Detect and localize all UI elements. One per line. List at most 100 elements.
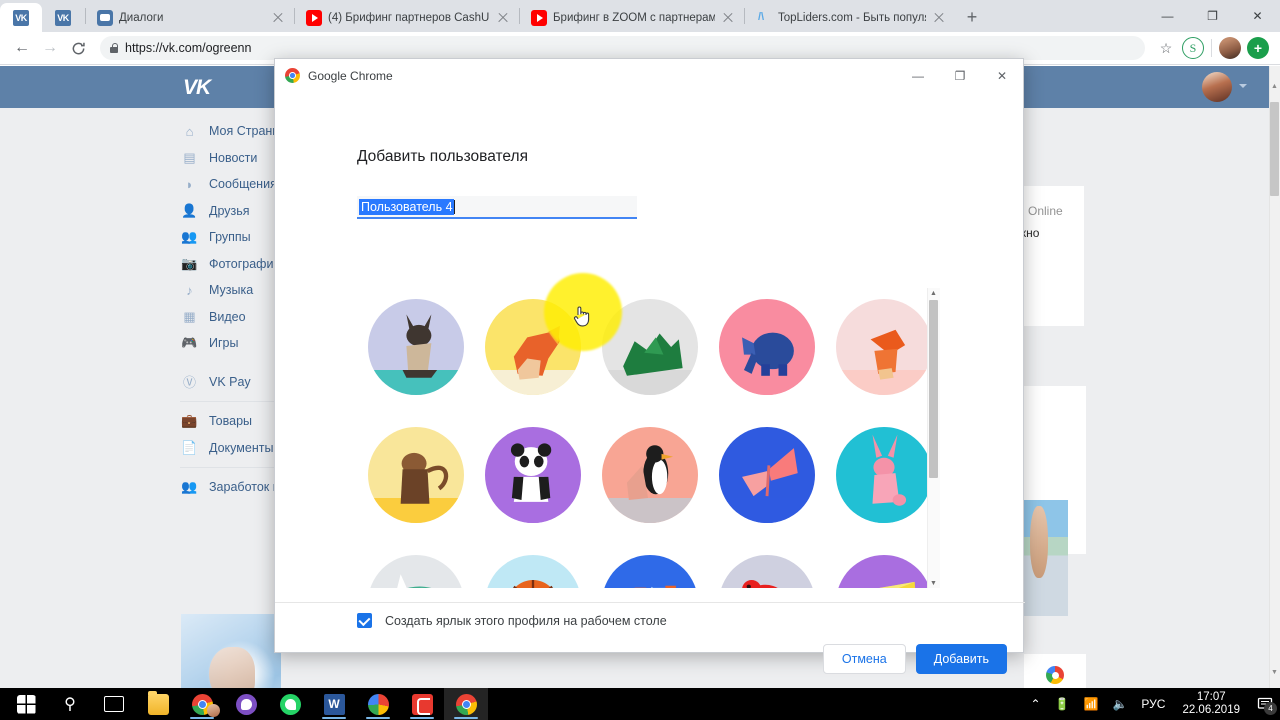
bookmark-star-icon[interactable]: ☆ <box>1153 40 1179 57</box>
close-icon[interactable] <box>496 11 510 25</box>
bird-avatar[interactable] <box>719 555 816 588</box>
tab-briefing-zoom[interactable]: Брифинг в ZOOM с партнерами <box>521 3 743 32</box>
cheese-avatar[interactable] <box>836 555 933 588</box>
clock[interactable]: 17:07 22.06.2019 <box>1172 688 1250 720</box>
search-button[interactable]: ⚲ <box>48 688 92 720</box>
sidebar-item-music[interactable]: ♪ Музыка <box>178 277 288 304</box>
start-button[interactable] <box>4 688 48 720</box>
scroll-down-icon[interactable]: ▼ <box>1270 668 1279 677</box>
language-indicator[interactable]: РУС <box>1134 688 1172 720</box>
dialog-maximize-button[interactable]: ❐ <box>939 59 981 92</box>
profile-name-input[interactable]: Пользователь 4 <box>357 196 637 219</box>
person-icon: 👤 <box>181 202 198 218</box>
sidebar-item-messages[interactable]: ◗ Сообщения <box>178 171 288 198</box>
basketball-avatar-cell[interactable] <box>474 547 591 588</box>
panda-avatar-cell[interactable] <box>474 419 591 531</box>
bicycle-avatar-cell[interactable] <box>591 547 708 588</box>
fox-avatar[interactable] <box>836 299 933 395</box>
sidebar-item-photos[interactable]: 📷 Фотографии <box>178 251 288 278</box>
profile-avatar-icon[interactable] <box>1219 37 1241 59</box>
sidebar-item-goods[interactable]: 💼 Товары <box>178 408 288 435</box>
file-explorer-button[interactable] <box>136 688 180 720</box>
whatsapp-button[interactable] <box>268 688 312 720</box>
avatar <box>207 704 220 717</box>
sidebar-item-documents[interactable]: 📄 Документы <box>178 435 288 462</box>
scroll-down-icon[interactable]: ▼ <box>929 578 938 588</box>
close-icon[interactable] <box>721 11 735 25</box>
cheese-avatar-cell[interactable] <box>826 547 943 588</box>
task-view-button[interactable] <box>92 688 136 720</box>
sidebar-item-games[interactable]: 🎮 Игры <box>178 330 288 357</box>
bicycle-avatar[interactable] <box>601 555 698 588</box>
penguin-avatar[interactable] <box>601 427 698 523</box>
back-button[interactable]: ← <box>8 34 36 62</box>
unicorn-avatar-cell[interactable] <box>357 547 474 588</box>
scrollbar-thumb[interactable] <box>1270 102 1279 196</box>
elephant-avatar-cell[interactable] <box>709 291 826 403</box>
panda-avatar[interactable] <box>484 427 581 523</box>
elephant-avatar[interactable] <box>719 299 816 395</box>
wifi-icon[interactable]: 📶 <box>1077 688 1106 720</box>
show-hidden-icons-button[interactable]: ⌃ <box>1023 688 1047 720</box>
vk-logo[interactable]: VK <box>183 76 217 99</box>
basketball-avatar[interactable] <box>484 555 581 588</box>
address-bar[interactable]: https://vk.com/ogreenn <box>100 36 1145 60</box>
scroll-up-icon[interactable]: ▲ <box>1270 82 1279 91</box>
lock-icon <box>110 43 119 53</box>
viber-button[interactable] <box>224 688 268 720</box>
bird-avatar-cell[interactable] <box>709 547 826 588</box>
rabbit-avatar-cell[interactable] <box>826 419 943 531</box>
sidebar-item-vkpay[interactable]: Ⓥ VK Pay <box>178 369 288 396</box>
cancel-button[interactable]: Отмена <box>822 644 906 674</box>
sidebar-item-my-page[interactable]: ⌂ Моя Страниц <box>178 118 288 145</box>
volume-icon[interactable]: 🔈 <box>1105 688 1134 720</box>
desktop-shortcut-row[interactable]: Создать ярлык этого профиля на рабочем с… <box>357 613 667 628</box>
close-icon[interactable] <box>932 11 946 25</box>
scroll-up-icon[interactable]: ▲ <box>929 288 938 298</box>
minimize-button[interactable]: — <box>1145 0 1190 32</box>
monkey-avatar[interactable] <box>367 427 464 523</box>
dialog-close-button[interactable]: ✕ <box>981 59 1023 92</box>
sidebar-item-video[interactable]: ▦ Видео <box>178 304 288 331</box>
dialog-minimize-button[interactable]: — <box>897 59 939 92</box>
action-center-button[interactable]: 4 <box>1250 688 1280 720</box>
chrome-taskbar-1[interactable] <box>180 688 224 720</box>
sidebar-item-earnings[interactable]: 👥 Заработок н <box>178 474 288 501</box>
close-button[interactable]: ✕ <box>1235 0 1280 32</box>
chrome-taskbar-3[interactable] <box>444 688 488 720</box>
page-scrollbar[interactable]: ▲ ▼ <box>1269 66 1280 688</box>
battery-icon[interactable]: 🔋 <box>1048 688 1077 720</box>
chrome-taskbar-2[interactable] <box>356 688 400 720</box>
savefrom-extension-icon[interactable]: S <box>1182 37 1204 59</box>
butterfly-avatar-cell[interactable] <box>709 419 826 531</box>
add-extension-icon[interactable]: + <box>1247 37 1269 59</box>
chevron-down-icon[interactable] <box>1239 84 1247 88</box>
camtasia-button[interactable] <box>400 688 444 720</box>
tab-dialogi[interactable]: Диалоги <box>87 3 293 32</box>
monkey-avatar-cell[interactable] <box>357 419 474 531</box>
tab-pinned-vk-1[interactable]: VK <box>0 3 42 32</box>
reload-icon[interactable] <box>64 34 92 62</box>
unicorn-avatar[interactable] <box>367 555 464 588</box>
rabbit-avatar[interactable] <box>836 427 933 523</box>
sidebar-item-groups[interactable]: 👥 Группы <box>178 224 288 251</box>
cat-avatar[interactable] <box>367 299 464 395</box>
sidebar-item-friends[interactable]: 👤 Друзья <box>178 198 288 225</box>
tab-pinned-vk-2[interactable]: VK <box>42 3 84 32</box>
word-button[interactable]: W <box>312 688 356 720</box>
tab-topliders[interactable]: TopLiders.com - Быть популярны <box>746 3 954 32</box>
maximize-button[interactable]: ❐ <box>1190 0 1235 32</box>
add-button[interactable]: Добавить <box>915 644 1007 674</box>
new-tab-button[interactable]: + <box>958 3 986 31</box>
close-icon[interactable] <box>271 11 285 25</box>
forward-button[interactable]: → <box>36 34 64 62</box>
scrollbar-thumb[interactable] <box>929 300 938 478</box>
butterfly-avatar[interactable] <box>719 427 816 523</box>
vk-user-avatar[interactable] <box>1202 72 1232 102</box>
fox-avatar-cell[interactable] <box>826 291 943 403</box>
sidebar-item-news[interactable]: ▤ Новости <box>178 145 288 172</box>
desktop-shortcut-checkbox[interactable] <box>357 613 372 628</box>
tab-briefing-cashup[interactable]: (4) Брифинг партнеров CashUP <box>296 3 518 32</box>
penguin-avatar-cell[interactable] <box>591 419 708 531</box>
cat-avatar-cell[interactable] <box>357 291 474 403</box>
